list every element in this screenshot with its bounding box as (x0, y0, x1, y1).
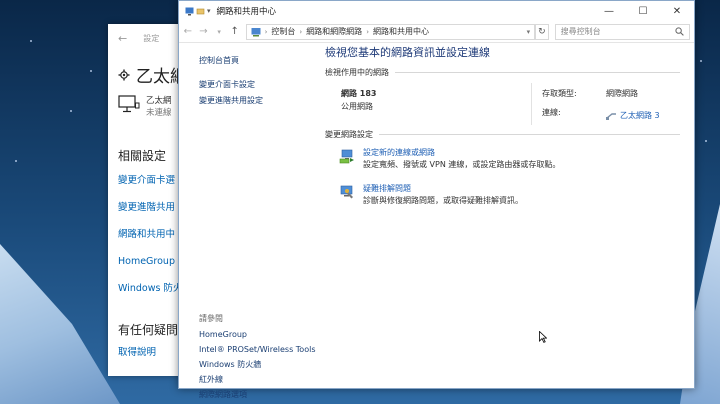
gear-icon (118, 69, 130, 80)
see-also-infrared[interactable]: 紅外線 (199, 372, 316, 387)
connection-link[interactable]: 乙太網路 3 (606, 106, 660, 125)
back-arrow-icon[interactable]: ← (118, 32, 127, 45)
wallpaper-star (15, 160, 17, 162)
ethernet-cable-icon (606, 112, 616, 120)
wallpaper-star (70, 110, 72, 112)
network-name: 乙太網 (146, 96, 172, 106)
see-also-internet-options[interactable]: 網際網路選項 (199, 387, 316, 402)
network-sharing-center-window: ▾ 網路和共用中心 — ☐ ✕ ← → ▾ ↑ › 控制台 › 網路和網際網路 … (178, 0, 695, 399)
titlebar-icons: ▾ (185, 7, 211, 16)
see-also-intel-proset[interactable]: Intel® PROSet/Wireless Tools (199, 342, 316, 357)
close-button[interactable]: ✕ (660, 1, 694, 21)
access-type-value: 網際網路 (606, 89, 638, 98)
connection-name: 乙太網路 3 (620, 111, 660, 120)
network-name: 網路 183 (341, 89, 377, 98)
refresh-icon[interactable]: ↻ (535, 23, 549, 40)
maximize-button[interactable]: ☐ (626, 1, 660, 21)
wallpaper-star (30, 40, 32, 42)
see-also-firewall[interactable]: Windows 防火牆 (199, 357, 316, 372)
cp-titlebar: ▾ 網路和共用中心 — ☐ ✕ (179, 1, 694, 21)
address-path[interactable]: › 控制台 › 網路和網際網路 › 網路和共用中心 ▾ (245, 23, 536, 40)
active-networks-group: 檢視作用中的網路 (325, 65, 680, 79)
breadcrumb-network-internet[interactable]: 網路和網際網路 (306, 26, 362, 37)
recent-dropdown-icon[interactable]: ▾ (214, 28, 224, 36)
new-connection-description: 設定寬頻、撥號或 VPN 連線，或設定路由器或存取點。 (363, 160, 561, 169)
new-connection-icon (339, 149, 354, 164)
troubleshoot-link[interactable]: 疑難排解問題 (363, 183, 523, 195)
ethernet-computer-icon (118, 95, 140, 113)
chevron-right-icon: › (366, 27, 369, 36)
quick-access-icon[interactable] (196, 7, 205, 16)
group-divider (395, 71, 680, 73)
nav-change-adapter-settings[interactable]: 變更介面卡設定 (199, 77, 319, 93)
control-panel-icon (251, 27, 261, 36)
page-heading: 檢視您基本的網路資訊並設定連線 (325, 46, 490, 59)
task-new-connection: 設定新的連線或網路 設定寬頻、撥號或 VPN 連線，或設定路由器或存取點。 (325, 141, 680, 177)
breadcrumb-control-panel[interactable]: 控制台 (271, 26, 295, 37)
main-content: 檢視您基本的網路資訊並設定連線 檢視作用中的網路 網路 183 公用網路 存取類… (319, 43, 694, 388)
group-divider (379, 133, 680, 135)
new-connection-link[interactable]: 設定新的連線或網路 (363, 147, 560, 159)
address-bar-row: ← → ▾ ↑ › 控制台 › 網路和網際網路 › 網路和共用中心 ▾ ↻ 搜尋… (179, 21, 694, 43)
troubleshoot-icon (340, 185, 353, 199)
back-icon[interactable]: ← (183, 26, 193, 37)
access-type-label: 存取類型: (542, 89, 577, 98)
settings-title: 設定 (143, 33, 160, 43)
window-title: 網路和共用中心 (216, 7, 277, 17)
up-icon[interactable]: ↑ (230, 26, 240, 37)
search-placeholder: 搜尋控制台 (560, 27, 601, 36)
wallpaper-star (705, 140, 707, 142)
active-network-card: 網路 183 公用網路 存取類型: 網際網路 連線: 乙太網路 3 (325, 79, 680, 125)
nav-control-panel-home[interactable]: 控制台首頁 (199, 53, 319, 69)
address-dropdown-icon[interactable]: ▾ (527, 28, 531, 36)
wallpaper-star (700, 60, 702, 62)
chevron-right-icon: › (299, 27, 303, 36)
active-networks-label: 檢視作用中的網路 (325, 67, 389, 77)
search-icon[interactable] (675, 27, 684, 36)
forward-icon[interactable]: → (199, 26, 209, 37)
minimize-button[interactable]: — (592, 1, 626, 21)
wallpaper-mountain (0, 244, 120, 404)
see-also-section: 請參閱 HomeGroup Intel® PROSet/Wireless Too… (199, 311, 316, 402)
change-settings-group: 變更網路設定 (325, 127, 680, 141)
troubleshoot-description: 診斷與修復網路問題，或取得疑難排解資訊。 (363, 196, 523, 205)
left-navigation-pane: 控制台首頁 變更介面卡設定 變更進階共用設定 請參閱 HomeGroup Int… (179, 43, 319, 399)
mouse-cursor-icon (539, 331, 547, 343)
search-box[interactable]: 搜尋控制台 (554, 23, 691, 40)
chevron-right-icon: › (264, 27, 268, 36)
network-type-link[interactable]: 公用網路 (341, 100, 521, 113)
see-also-homegroup[interactable]: HomeGroup (199, 327, 316, 342)
connections-label: 連線: (542, 108, 561, 117)
network-app-icon[interactable] (185, 7, 194, 16)
see-also-heading: 請參閱 (199, 314, 223, 323)
task-troubleshoot: 疑難排解問題 診斷與修復網路問題，或取得疑難排解資訊。 (325, 177, 680, 213)
nav-change-advanced-sharing[interactable]: 變更進階共用設定 (199, 93, 319, 109)
network-status: 未連線 (146, 108, 172, 118)
network-card-divider (531, 83, 532, 125)
wallpaper-star (90, 70, 92, 72)
quick-access-dropdown-icon[interactable]: ▾ (207, 7, 211, 15)
change-settings-label: 變更網路設定 (325, 129, 373, 139)
breadcrumb-sharing-center[interactable]: 網路和共用中心 (373, 26, 429, 37)
